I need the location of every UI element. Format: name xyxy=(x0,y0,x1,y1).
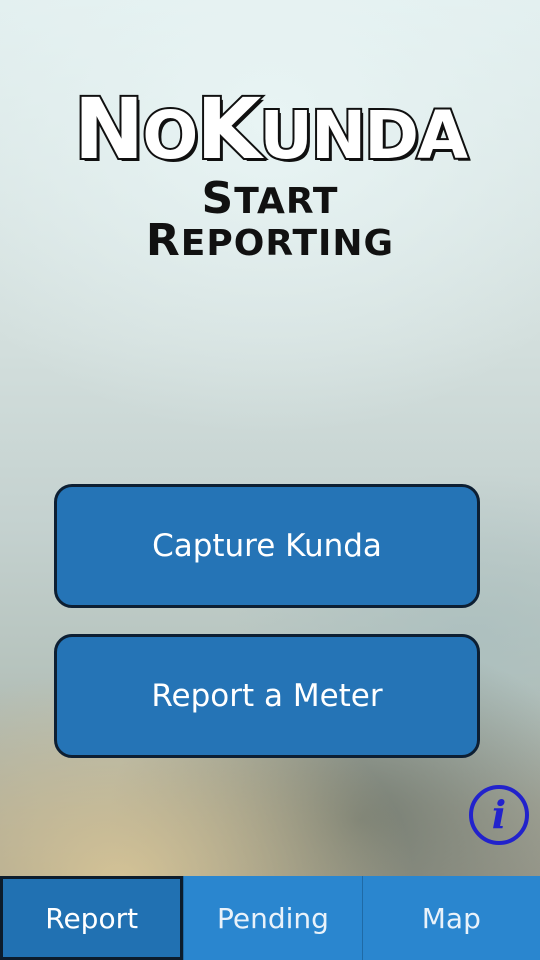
tab-pending-label: Pending xyxy=(217,901,329,935)
subtitle-start-rest: TART xyxy=(234,181,339,222)
subtitle-start-initial: S xyxy=(201,173,235,224)
report-meter-button[interactable]: Report a Meter xyxy=(54,634,480,758)
capture-kunda-label: Capture Kunda xyxy=(152,528,382,564)
report-meter-label: Report a Meter xyxy=(151,678,383,714)
tab-report[interactable]: Report xyxy=(0,876,184,960)
subtitle-reporting-rest: EPORTING xyxy=(180,223,395,264)
logo-title-letter-n: N xyxy=(72,80,146,178)
info-icon[interactable]: i xyxy=(468,784,530,846)
bottom-tab-bar: Report Pending Map xyxy=(0,876,540,960)
subtitle-reporting-initial: R xyxy=(145,215,181,266)
tab-map-label: Map xyxy=(421,901,481,935)
tab-report-label: Report xyxy=(45,901,139,935)
tab-map[interactable]: Map xyxy=(361,876,540,960)
logo-title-letter-o: O xyxy=(140,95,200,176)
logo-title-rest: UNDA xyxy=(257,95,470,176)
info-icon-glyph: i xyxy=(492,792,506,837)
subtitle-reporting: REPORTING xyxy=(0,218,540,267)
tab-pending[interactable]: Pending xyxy=(183,876,361,960)
app-screen: NOKUNDA START REPORTING Capture Kunda Re… xyxy=(0,0,540,960)
app-logo-title: NOKUNDA xyxy=(0,82,540,181)
logo-title-letter-k: K xyxy=(194,80,263,178)
capture-kunda-button[interactable]: Capture Kunda xyxy=(54,484,480,608)
